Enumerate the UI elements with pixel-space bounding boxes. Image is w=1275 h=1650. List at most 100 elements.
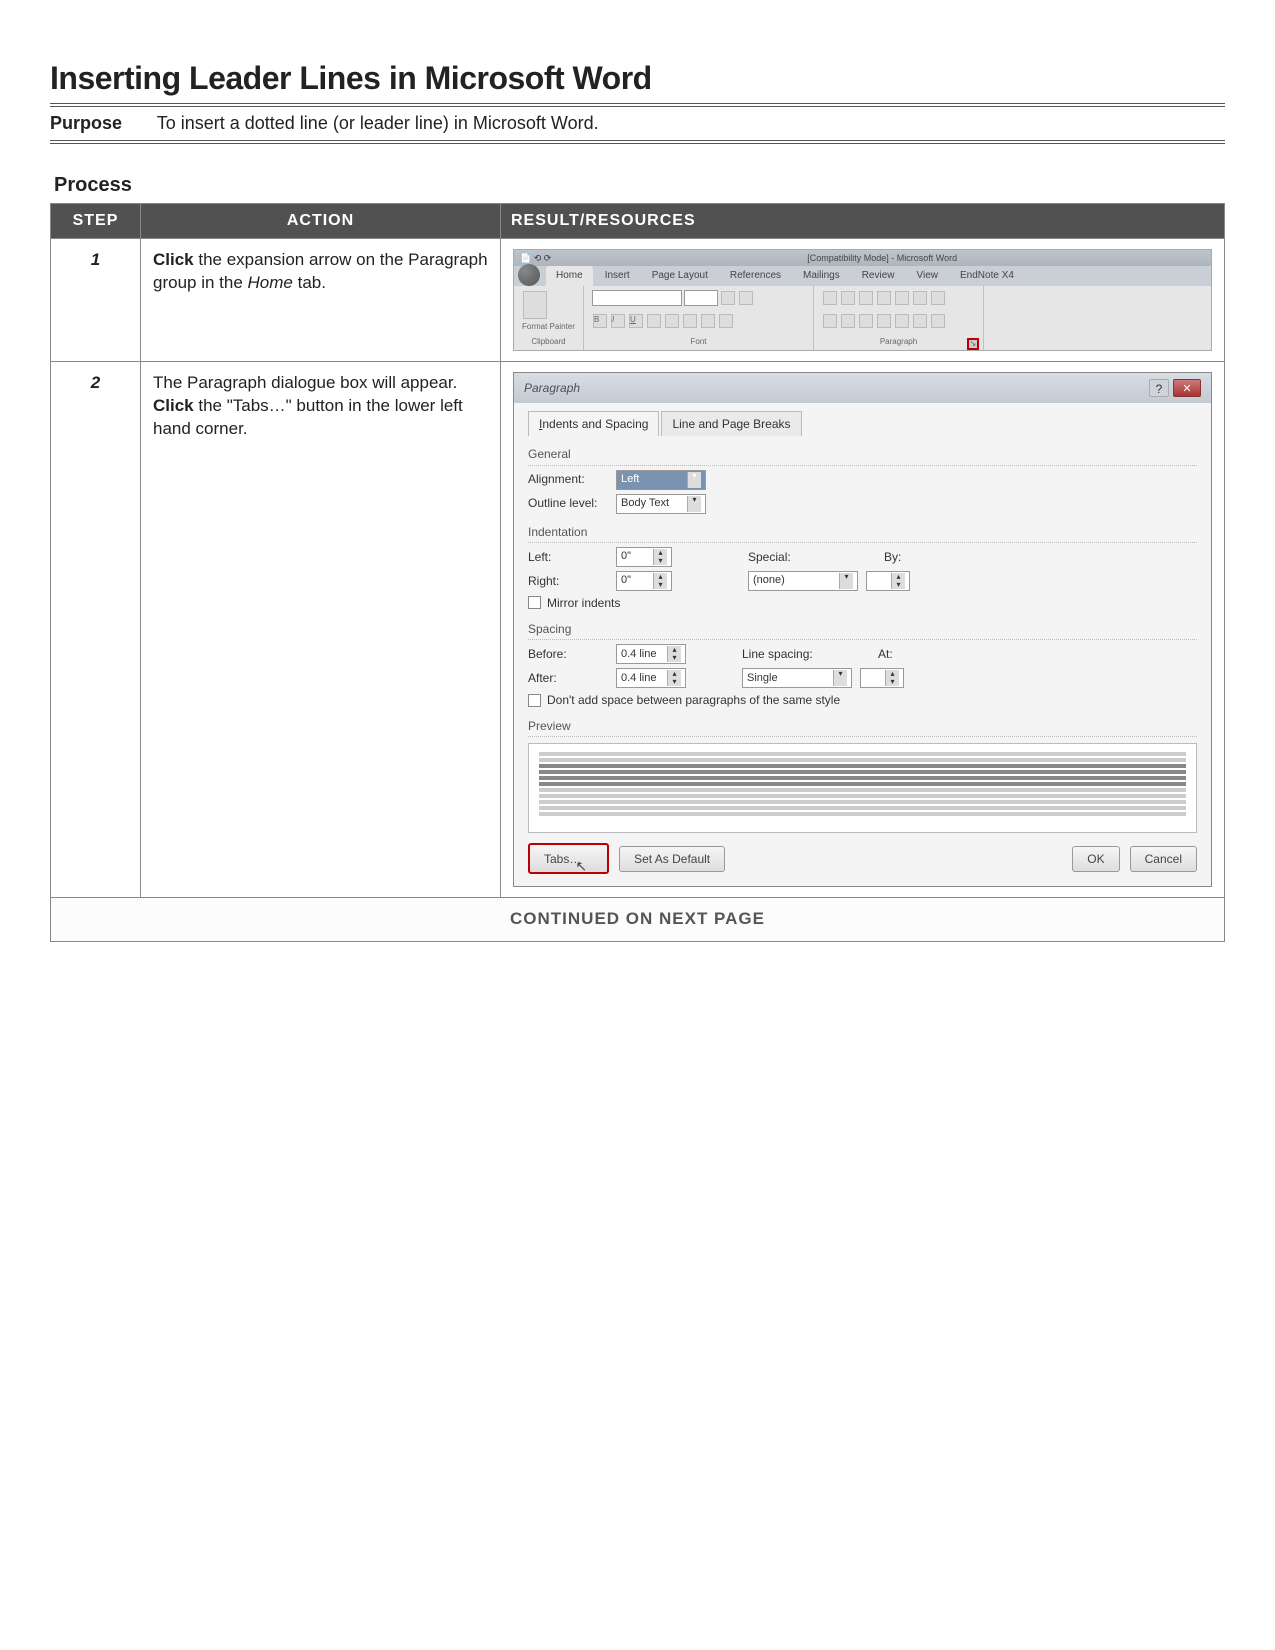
mirror-indents-checkbox[interactable] [528,596,541,609]
indent-heading: Indentation [528,524,1197,543]
by-spinner[interactable]: ▴▾ [866,571,910,591]
superscript-icon[interactable] [683,314,697,328]
process-table: STEP ACTION RESULT/RESOURCES 1 Click the… [50,203,1225,942]
ribbon-tab-pagelayout[interactable]: Page Layout [642,266,718,286]
chevron-down-icon[interactable]: ▾ [833,670,847,686]
line-spacing-icon[interactable] [895,314,909,328]
group-clipboard: Clipboard [522,337,575,348]
special-combo[interactable]: (none)▾ [748,571,858,591]
outline-combo[interactable]: Body Text▾ [616,494,706,514]
paste-button[interactable] [523,291,547,319]
indent-left-label: Left: [528,549,608,565]
special-label: Special: [748,549,808,565]
dialog-tab-linebreaks[interactable]: Line and Page Breaks [661,411,801,436]
font-family-combo[interactable] [592,290,682,306]
purpose-text: To insert a dotted line (or leader line)… [157,113,599,133]
ribbon-tab-insert[interactable]: Insert [595,266,640,286]
ribbon-tab-home[interactable]: Home [546,266,593,286]
paragraph-dialog-launcher[interactable]: ↘ [967,338,979,350]
group-font: Font [592,337,805,348]
action-line1: The Paragraph dialogue box will appear. [153,373,457,392]
alignment-combo[interactable]: Left▾ [616,470,706,490]
column-action: ACTION [141,204,501,239]
continued-label: CONTINUED ON NEXT PAGE [51,898,1225,942]
preview-box [528,743,1197,833]
grow-font-icon[interactable] [721,291,735,305]
outline-label: Outline level: [528,495,608,511]
before-spinner[interactable]: 0.4 line▴▾ [616,644,686,664]
chevron-down-icon[interactable]: ▾ [687,472,701,488]
italic-icon[interactable]: I [611,314,625,328]
shading-icon[interactable] [913,314,927,328]
align-center-icon[interactable] [841,314,855,328]
ribbon-tab-references[interactable]: References [720,266,791,286]
at-label: At: [878,646,908,662]
font-size-combo[interactable] [684,290,718,306]
set-default-button[interactable]: Set As Default [619,846,725,872]
show-marks-icon[interactable] [931,291,945,305]
action-tail: tab. [293,273,326,292]
no-space-label: Don't add space between paragraphs of th… [547,692,840,708]
window-title: [Compatibility Mode] - Microsoft Word [559,252,1205,264]
action-verb: Click [153,250,194,269]
underline-icon[interactable]: U [629,314,643,328]
align-left-icon[interactable] [823,314,837,328]
cancel-button[interactable]: Cancel [1130,846,1197,872]
ok-button[interactable]: OK [1072,846,1119,872]
dialog-tab-indents[interactable]: Indents and Spacing [528,411,659,436]
strike-icon[interactable] [647,314,661,328]
sort-icon[interactable] [913,291,927,305]
indent-right-spinner[interactable]: 0"▴▾ [616,571,672,591]
spacing-heading: Spacing [528,621,1197,640]
after-spinner[interactable]: 0.4 line▴▾ [616,668,686,688]
ribbon-tab-endnote[interactable]: EndNote X4 [950,266,1024,286]
indent-inc-icon[interactable] [895,291,909,305]
action-text: the "Tabs…" button in the lower left han… [153,396,463,438]
before-label: Before: [528,646,608,662]
table-row: 1 Click the expansion arrow on the Parag… [51,239,1225,362]
bullets-icon[interactable] [823,291,837,305]
dialog-help-button[interactable]: ? [1149,379,1169,397]
linespacing-combo[interactable]: Single▾ [742,668,852,688]
font-color-icon[interactable] [719,314,733,328]
linespacing-label: Line spacing: [742,646,822,662]
align-justify-icon[interactable] [877,314,891,328]
action-home-tab: Home [248,273,293,292]
borders-icon[interactable] [931,314,945,328]
numbering-icon[interactable] [841,291,855,305]
paragraph-dialog: Paragraph ? ✕ Indents and Spacing Line a… [513,372,1212,887]
mirror-indents-label: Mirror indents [547,595,620,611]
step-number: 1 [51,239,141,362]
shrink-font-icon[interactable] [739,291,753,305]
ribbon-tab-view[interactable]: View [907,266,949,286]
cursor-icon: ↖ [575,858,587,874]
tabs-button[interactable]: Tabs…↖ [528,843,609,874]
column-step: STEP [51,204,141,239]
no-space-checkbox[interactable] [528,694,541,707]
purpose-bar: Purpose To insert a dotted line (or lead… [50,103,1225,144]
by-label: By: [884,549,914,565]
preview-heading: Preview [528,718,1197,737]
chevron-down-icon[interactable]: ▾ [687,496,701,512]
highlight-icon[interactable] [701,314,715,328]
align-right-icon[interactable] [859,314,873,328]
at-spinner[interactable]: ▴▾ [860,668,904,688]
step-action: Click the expansion arrow on the Paragra… [141,239,501,362]
step-result: Paragraph ? ✕ Indents and Spacing Line a… [501,362,1225,898]
ribbon-tab-mailings[interactable]: Mailings [793,266,850,286]
office-button[interactable] [518,264,540,286]
purpose-label: Purpose [50,113,122,133]
bold-icon[interactable]: B [593,314,607,328]
table-row: 2 The Paragraph dialogue box will appear… [51,362,1225,898]
indent-left-spinner[interactable]: 0"▴▾ [616,547,672,567]
ribbon-tab-review[interactable]: Review [852,266,905,286]
multilevel-icon[interactable] [859,291,873,305]
chevron-down-icon[interactable]: ▾ [839,573,853,589]
indent-dec-icon[interactable] [877,291,891,305]
action-verb: Click [153,396,194,415]
column-result: RESULT/RESOURCES [501,204,1225,239]
format-painter-button[interactable]: Format Painter [522,322,575,333]
subscript-icon[interactable] [665,314,679,328]
dialog-close-button[interactable]: ✕ [1173,379,1201,397]
alignment-label: Alignment: [528,471,608,487]
